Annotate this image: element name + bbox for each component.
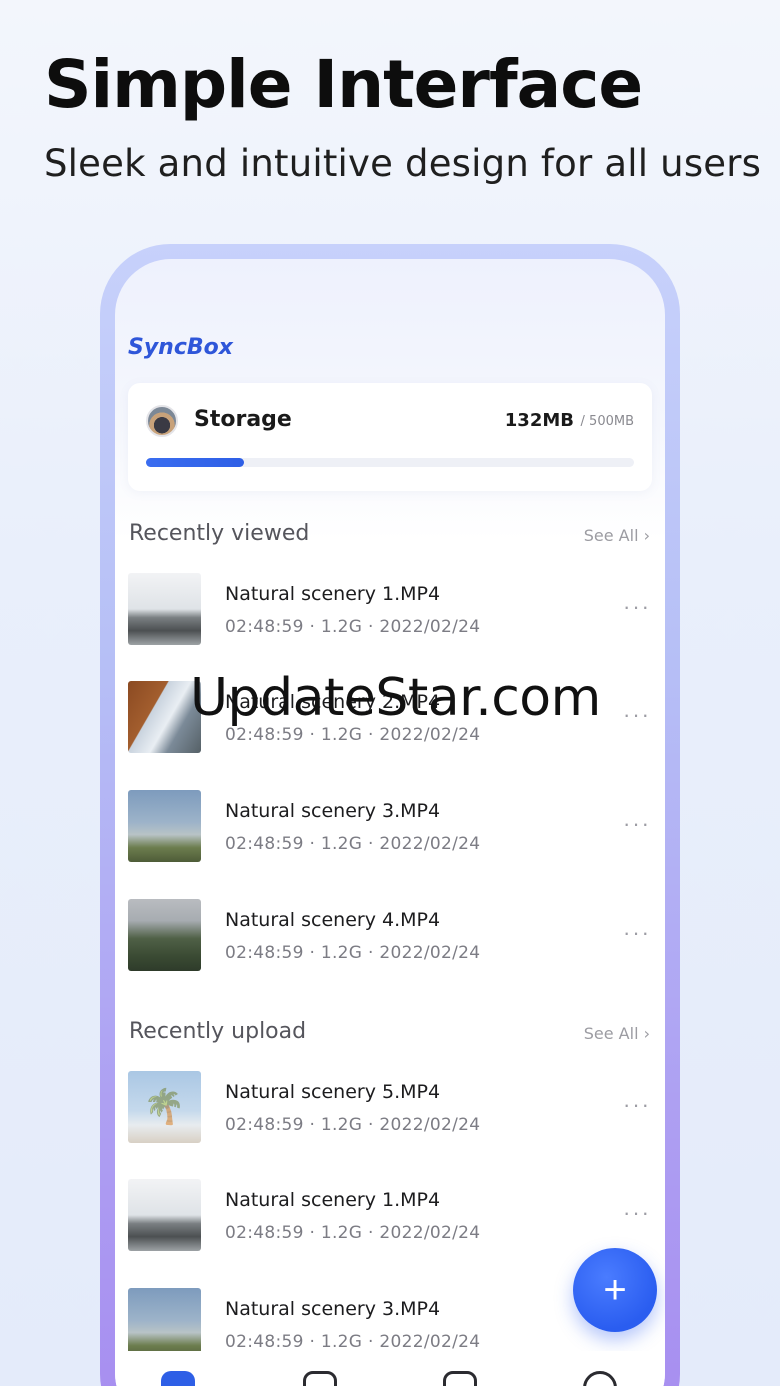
recently-upload-title: Recently upload [129, 1019, 307, 1044]
video-thumbnail [128, 790, 201, 862]
transfer-icon [443, 1371, 477, 1386]
storage-total: / 500MB [580, 414, 634, 429]
more-options-icon[interactable]: ··· [622, 1094, 652, 1116]
file-name: Natural scenery 4.MP4 [225, 909, 441, 931]
video-thumbnail [128, 1288, 201, 1360]
file-meta: 02:48:59 · 1.2G · 2022/02/24 [225, 1332, 481, 1352]
file-meta: 02:48:59 · 1.2G · 2022/02/24 [225, 1223, 481, 1243]
tab-home[interactable] [159, 1367, 199, 1386]
promo-subline: Sleek and intuitive design for all users [44, 142, 762, 185]
video-thumbnail [128, 681, 201, 753]
palm-tree-icon: 🌴 [143, 1088, 186, 1126]
tab-transfer[interactable] [441, 1367, 481, 1386]
phone-screen: SyncBox Storage 132MB / 500MB Recently v… [115, 259, 665, 1386]
recently-viewed-see-all-link[interactable]: See All › [584, 526, 650, 545]
video-thumbnail [128, 1179, 201, 1251]
storage-avatar [146, 405, 178, 437]
list-item[interactable]: Natural scenery 4.MP4 02:48:59 · 1.2G · … [128, 899, 652, 973]
promo-headline: Simple Interface [44, 46, 643, 123]
file-meta: 02:48:59 · 1.2G · 2022/02/24 [225, 943, 481, 963]
file-name: Natural scenery 1.MP4 [225, 1189, 441, 1211]
add-button[interactable]: + [573, 1248, 657, 1332]
file-meta: 02:48:59 · 1.2G · 2022/02/24 [225, 617, 481, 637]
phone-frame: SyncBox Storage 132MB / 500MB Recently v… [100, 244, 680, 1386]
tab-files[interactable] [301, 1367, 341, 1386]
file-name: Natural scenery 3.MP4 [225, 800, 441, 822]
storage-card[interactable]: Storage 132MB / 500MB [128, 383, 652, 491]
bottom-tab-bar [115, 1351, 665, 1386]
more-options-icon[interactable]: ··· [622, 704, 652, 726]
list-item[interactable]: 🌴 Natural scenery 5.MP4 02:48:59 · 1.2G … [128, 1071, 652, 1145]
list-item[interactable]: Natural scenery 1.MP4 02:48:59 · 1.2G · … [128, 573, 652, 647]
file-name: Natural scenery 5.MP4 [225, 1081, 441, 1103]
plus-icon: + [603, 1268, 627, 1312]
file-name: Natural scenery 1.MP4 [225, 583, 441, 605]
recently-upload-see-all-link[interactable]: See All › [584, 1024, 650, 1043]
list-item[interactable]: Natural scenery 3.MP4 02:48:59 · 1.2G · … [128, 790, 652, 864]
list-item[interactable]: Natural scenery 1.MP4 02:48:59 · 1.2G · … [128, 1179, 652, 1253]
storage-label: Storage [194, 407, 292, 432]
video-thumbnail: 🌴 [128, 1071, 201, 1143]
file-meta: 02:48:59 · 1.2G · 2022/02/24 [225, 725, 481, 745]
storage-progress-fill [146, 458, 244, 467]
file-meta: 02:48:59 · 1.2G · 2022/02/24 [225, 1115, 481, 1135]
recently-viewed-title: Recently viewed [129, 521, 310, 546]
profile-icon [583, 1371, 617, 1386]
app-logo-title: SyncBox [128, 335, 233, 360]
storage-progress-bar [146, 458, 634, 467]
tab-profile[interactable] [581, 1367, 621, 1386]
list-item[interactable]: Natural scenery 2.MP4 02:48:59 · 1.2G · … [128, 681, 652, 755]
more-options-icon[interactable]: ··· [622, 596, 652, 618]
more-options-icon[interactable]: ··· [622, 813, 652, 835]
file-meta: 02:48:59 · 1.2G · 2022/02/24 [225, 834, 481, 854]
video-thumbnail [128, 573, 201, 645]
more-options-icon[interactable]: ··· [622, 922, 652, 944]
file-name: Natural scenery 2.MP4 [225, 691, 441, 713]
video-thumbnail [128, 899, 201, 971]
folder-icon [303, 1371, 337, 1386]
more-options-icon[interactable]: ··· [622, 1202, 652, 1224]
home-icon [161, 1371, 195, 1386]
storage-used: 132MB [504, 410, 574, 431]
file-name: Natural scenery 3.MP4 [225, 1298, 441, 1320]
